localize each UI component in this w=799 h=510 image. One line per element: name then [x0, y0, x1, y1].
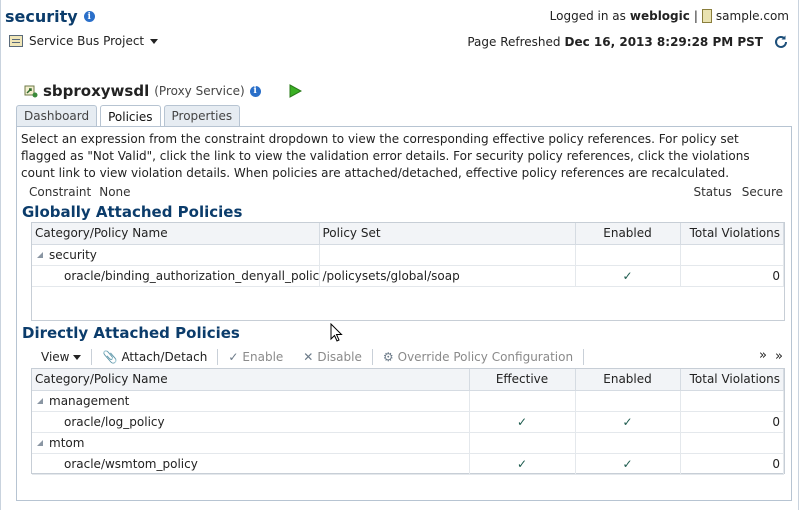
view-menu[interactable]: View	[31, 348, 91, 366]
test-run-icon[interactable]	[288, 84, 302, 98]
tab-policies[interactable]: Policies	[100, 105, 161, 127]
disable-button[interactable]: ✕ Disable	[293, 348, 372, 366]
direct-policies-table: Category/Policy Name Effective Enabled T…	[31, 368, 785, 475]
info-icon[interactable]: i	[83, 11, 95, 22]
policy-name: oracle/binding_authorization_denyall_pol…	[32, 265, 320, 287]
chevron-down-icon	[150, 38, 159, 44]
tab-dashboard-label: Dashboard	[24, 109, 90, 123]
chevron-down-icon	[73, 354, 82, 360]
override-label: Override Policy Configuration	[397, 350, 574, 364]
paperclip-icon: 📎	[102, 350, 118, 364]
tab-policies-label: Policies	[108, 109, 153, 124]
constraint-value: None	[99, 185, 131, 199]
check-icon: ✓	[575, 265, 681, 287]
table-row[interactable]: oracle/wsmtom_policy ✓ ✓ 0	[32, 453, 784, 475]
table-row[interactable]: mtom	[32, 432, 784, 454]
col-header-category[interactable]: Category/Policy Name	[32, 369, 470, 391]
table-row[interactable]: management	[32, 390, 784, 412]
override-icon: ⚙	[382, 350, 394, 364]
user-name[interactable]: weblogic	[630, 9, 690, 23]
refresh-label: Page Refreshed	[467, 35, 561, 49]
col-header-policy-set[interactable]: Policy Set	[319, 223, 576, 245]
project-menu[interactable]: Service Bus Project	[9, 34, 159, 48]
attach-detach-button[interactable]: 📎 Attach/Detach	[92, 348, 217, 366]
refresh-time: Dec 16, 2013 8:29:28 PM PST	[564, 35, 763, 49]
policy-toolbar: View 📎 Attach/Detach ✓ Enable ✕ Disable …	[31, 346, 785, 368]
direct-policies-title: Directly Attached Policies	[22, 324, 240, 342]
constraint-label: Constraint	[29, 185, 92, 199]
view-menu-label: View	[41, 350, 70, 364]
table-row[interactable]: security	[32, 244, 784, 266]
page-title-text: security	[5, 7, 78, 26]
expand-triangle-icon[interactable]	[37, 439, 43, 446]
table-row[interactable]: oracle/binding_authorization_denyall_pol…	[32, 265, 784, 287]
group-name: security	[49, 247, 97, 262]
check-icon: ✓	[575, 453, 681, 475]
col-header-effective[interactable]: Effective	[469, 369, 576, 391]
table-header-row: Category/Policy Name Policy Set Enabled …	[32, 223, 784, 245]
refresh-info: Page Refreshed Dec 16, 2013 8:29:28 PM P…	[467, 34, 789, 50]
check-icon: ✓	[575, 411, 681, 433]
table-row[interactable]: oracle/log_policy ✓ ✓ 0	[32, 411, 784, 433]
service-header: sbproxywsdl (Proxy Service) i	[24, 82, 302, 100]
server-name: sample.com	[715, 9, 789, 23]
service-type: (Proxy Service)	[154, 84, 245, 98]
proxy-service-icon	[24, 85, 38, 98]
tab-properties-label: Properties	[171, 109, 233, 123]
violations-count[interactable]: 0	[680, 411, 784, 433]
status-field: Status Secure	[693, 185, 783, 199]
policy-name: oracle/log_policy	[32, 411, 470, 433]
info-icon[interactable]: i	[249, 85, 261, 97]
project-menu-label: Service Bus Project	[29, 34, 145, 48]
enable-label: Enable	[242, 350, 284, 364]
service-name: sbproxywsdl	[43, 82, 150, 100]
policy-description: Select an expression from the constraint…	[21, 132, 750, 180]
x-icon: ✕	[303, 350, 314, 364]
status-label: Status	[693, 185, 732, 199]
override-config-button[interactable]: ⚙ Override Policy Configuration	[373, 348, 583, 366]
disable-label: Disable	[317, 350, 362, 364]
logged-in-label: Logged in as	[549, 9, 626, 23]
user-separator: |	[693, 9, 698, 23]
col-header-enabled[interactable]: Enabled	[575, 223, 681, 245]
policy-set-link[interactable]: /policysets/global/soap	[319, 265, 576, 287]
toolbar-divider	[583, 349, 585, 365]
project-icon	[9, 35, 23, 47]
group-name: management	[49, 393, 130, 408]
constraint-field[interactable]: Constraint None	[29, 185, 131, 199]
check-icon: ✓	[469, 453, 576, 475]
col-header-violations[interactable]: Total Violations	[680, 369, 784, 391]
status-value: Secure	[741, 185, 783, 199]
check-icon: ✓	[228, 350, 239, 364]
refresh-icon[interactable]	[773, 34, 789, 50]
toolbar-expand-icon[interactable]: »	[775, 349, 783, 364]
toolbar-overflow-icon[interactable]: »	[759, 348, 767, 363]
check-icon: ✓	[469, 411, 576, 433]
policy-name: oracle/wsmtom_policy	[32, 453, 470, 475]
tab-dashboard[interactable]: Dashboard	[16, 105, 98, 126]
expand-triangle-icon[interactable]	[37, 251, 43, 258]
tab-properties[interactable]: Properties	[163, 105, 241, 126]
enable-button[interactable]: ✓ Enable	[218, 348, 293, 366]
page-title: security i	[5, 7, 95, 26]
table-header-row: Category/Policy Name Effective Enabled T…	[32, 369, 784, 391]
global-policies-table: Category/Policy Name Policy Set Enabled …	[31, 222, 785, 321]
server-icon	[701, 9, 712, 23]
global-policies-title: Globally Attached Policies	[22, 203, 243, 221]
col-header-category[interactable]: Category/Policy Name	[32, 223, 320, 245]
attach-detach-label: Attach/Detach	[121, 350, 208, 364]
violations-count[interactable]: 0	[680, 453, 784, 475]
group-name: mtom	[49, 435, 85, 450]
col-header-violations[interactable]: Total Violations	[680, 223, 784, 245]
col-header-enabled[interactable]: Enabled	[575, 369, 681, 391]
expand-triangle-icon[interactable]	[37, 397, 43, 404]
mouse-cursor-icon	[330, 323, 343, 342]
login-info: Logged in as weblogic | sample.com	[550, 9, 789, 23]
violations-count[interactable]: 0	[680, 265, 784, 287]
tab-bar: Dashboard Policies Properties	[16, 105, 241, 127]
